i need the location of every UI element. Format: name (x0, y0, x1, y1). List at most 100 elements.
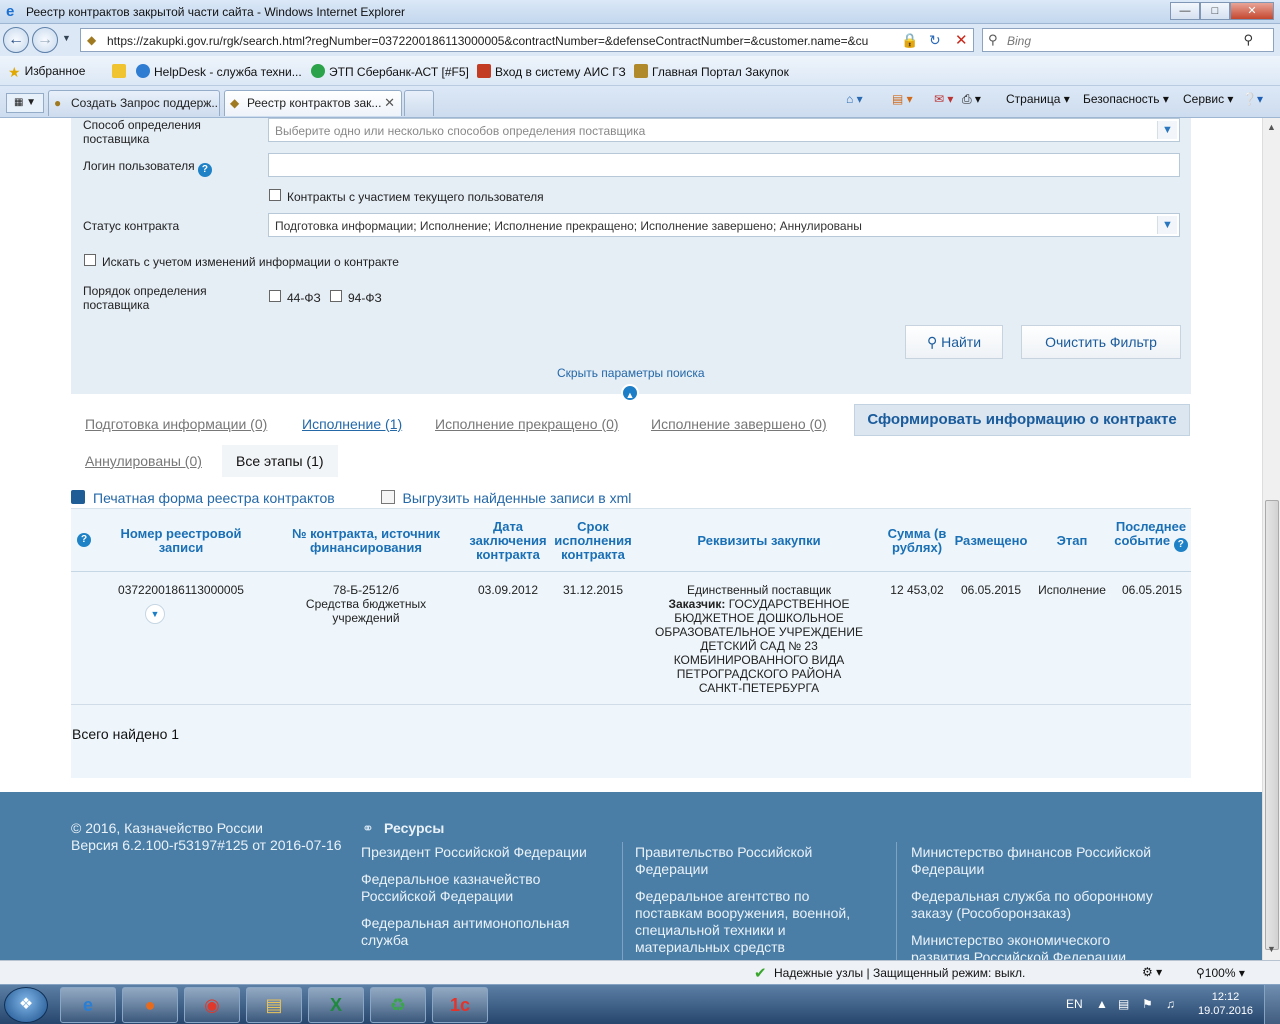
recycle-taskbar-icon[interactable]: ♻ (370, 987, 426, 1023)
favorite-item[interactable]: ЭТП Сбербанк-АСТ [#F5] (311, 64, 469, 79)
tab-execution-completed[interactable]: Исполнение завершено (0) (651, 416, 827, 432)
search-box[interactable]: ⚲ Bing ⚲ (982, 28, 1274, 52)
network-icon[interactable]: ▤ (1118, 997, 1129, 1011)
print-form-link[interactable]: Печатная форма реестра контрактов (71, 490, 335, 506)
chrome-taskbar-icon[interactable]: ◉ (184, 987, 240, 1023)
my-contracts-checkbox[interactable] (269, 189, 281, 201)
footer-link[interactable]: Федеральное казначейство Российской Феде… (361, 871, 581, 905)
help-icon[interactable]: ? (197, 163, 212, 177)
quick-tabs-button[interactable]: ▦ ▼ (6, 93, 44, 113)
cell-reg-number[interactable]: 0372200186113000005 (101, 583, 261, 597)
col-purchase-details[interactable]: Реквизиты закупки (659, 534, 859, 548)
show-desktop-button[interactable] (1264, 985, 1280, 1024)
law44-checkbox[interactable] (269, 290, 281, 302)
start-button[interactable]: ❖ (4, 987, 48, 1023)
ie-taskbar-icon[interactable]: e (60, 987, 116, 1023)
footer-link[interactable]: Федеральная служба по оборонному заказу … (911, 888, 1171, 922)
protected-mode-icon[interactable]: ⚙ ▾ (1142, 965, 1162, 979)
tab-all-stages[interactable]: Все этапы (1) (222, 445, 338, 477)
footer-link[interactable]: Федеральное агентство по поставкам воору… (635, 888, 875, 956)
tab-execution-stopped[interactable]: Исполнение прекращено (0) (435, 416, 619, 432)
favorite-item[interactable] (112, 64, 130, 79)
new-tab-button[interactable] (404, 90, 434, 116)
address-bar[interactable]: ◆ https://zakupki.gov.ru/rgk/search.html… (80, 28, 974, 52)
page-menu[interactable]: Страница ▾ (1006, 92, 1070, 106)
safety-menu[interactable]: Безопасность ▾ (1083, 92, 1169, 106)
chevron-down-icon[interactable]: ▼ (1157, 121, 1177, 139)
find-button[interactable]: ⚲ Найти (905, 325, 1003, 359)
feeds-icon[interactable]: ▤ ▾ (892, 92, 913, 106)
tab-cancelled[interactable]: Аннулированы (0) (85, 453, 202, 469)
clock[interactable]: 12:12 19.07.2016 (1198, 990, 1253, 1018)
tab-preparation[interactable]: Подготовка информации (0) (85, 416, 267, 432)
hide-search-link[interactable]: Скрыть параметры поиска (557, 366, 705, 380)
search-input[interactable]: Bing (1007, 34, 1031, 48)
home-icon[interactable]: ⌂ ▾ (846, 92, 863, 106)
search-icon[interactable]: ⚲ (1243, 32, 1253, 48)
scroll-down-icon[interactable]: ▼ (1267, 944, 1276, 954)
status-select[interactable]: Подготовка информации; Исполнение; Испол… (268, 213, 1180, 237)
history-dropdown-icon[interactable]: ▼ (62, 33, 71, 43)
minimize-button[interactable]: — (1170, 2, 1200, 20)
lock-icon[interactable]: 🔒 (901, 32, 918, 48)
col-last-event[interactable]: Последнее событие ? (1111, 520, 1191, 552)
tab-execution[interactable]: Исполнение (1) (302, 416, 402, 432)
maximize-button[interactable]: □ (1200, 2, 1230, 20)
search-changes-checkbox[interactable] (84, 254, 96, 266)
address-input[interactable]: https://zakupki.gov.ru/rgk/search.html?r… (107, 34, 877, 48)
tab-contract-registry[interactable]: ◆ Реестр контрактов зак... ✕ (224, 90, 402, 116)
excel-taskbar-icon[interactable]: X (308, 987, 364, 1023)
login-input[interactable] (268, 153, 1180, 177)
footer-link[interactable]: Правительство Российской Федерации (635, 844, 855, 878)
form-contract-info-button[interactable]: Сформировать информацию о контракте (854, 404, 1190, 436)
chevron-down-icon[interactable]: ▼ (1157, 216, 1177, 234)
col-placed[interactable]: Размещено (951, 534, 1031, 548)
method-select[interactable]: Выберите одно или несколько способов опр… (268, 118, 1180, 142)
language-indicator[interactable]: EN (1066, 997, 1083, 1011)
help-icon[interactable]: ? (1173, 538, 1188, 552)
show-hidden-icons-icon[interactable]: ▲ (1096, 997, 1108, 1011)
close-window-button[interactable]: ✕ (1230, 2, 1274, 20)
expand-row-icon[interactable]: ▼ (145, 604, 165, 624)
favorite-item[interactable]: HelpDesk - служба техни... (136, 64, 302, 79)
1c-taskbar-icon[interactable]: 1c (432, 987, 488, 1023)
col-contract-number[interactable]: № контракта, источник финансирования (281, 527, 451, 555)
link-icon: ⚭ (362, 820, 374, 836)
col-conclusion-date[interactable]: Дата заключения контракта (466, 520, 550, 562)
tab-support-request[interactable]: ● Создать Запрос поддерж... (48, 90, 220, 116)
col-execution-term[interactable]: Срок исполнения контракта (551, 520, 635, 562)
scrollbar-thumb[interactable] (1265, 500, 1279, 950)
explorer-taskbar-icon[interactable]: ▤ (246, 987, 302, 1023)
favorite-item[interactable]: Вход в систему АИС ГЗ (477, 64, 626, 79)
footer-link[interactable]: Федеральная антимонопольная служба (361, 915, 581, 949)
col-sum[interactable]: Сумма (в рублях) (881, 527, 953, 555)
close-tab-icon[interactable]: ✕ (384, 91, 395, 115)
export-xml-link[interactable]: Выгрузить найденные записи в xml (380, 490, 631, 506)
clear-filter-button[interactable]: Очистить Фильтр (1021, 325, 1181, 359)
volume-icon[interactable]: ♫ (1166, 997, 1175, 1011)
mail-icon[interactable]: ✉ ▾ (934, 92, 953, 106)
help-icon[interactable]: ? (77, 533, 91, 547)
action-center-icon[interactable]: ⚑ (1142, 997, 1153, 1011)
back-button[interactable]: ← (3, 27, 29, 53)
chevron-up-icon[interactable]: ▲ (621, 384, 639, 402)
favorites-button[interactable]: ★ Избранное (8, 64, 85, 80)
footer-link[interactable]: Министерство экономического развития Рос… (911, 932, 1171, 960)
help-menu-icon[interactable]: ❔▾ (1242, 92, 1263, 106)
col-reg-number[interactable]: Номер реестровой записи (111, 527, 251, 555)
col-stage[interactable]: Этап (1041, 534, 1103, 548)
tools-menu[interactable]: Сервис ▾ (1183, 92, 1233, 106)
firefox-taskbar-icon[interactable]: ● (122, 987, 178, 1023)
print-icon[interactable]: ⎙ ▾ (962, 92, 981, 107)
scroll-up-icon[interactable]: ▲ (1267, 122, 1276, 132)
law94-checkbox[interactable] (330, 290, 342, 302)
forward-button[interactable]: → (32, 27, 58, 53)
zoom-level[interactable]: ⚲100% ▾ (1196, 966, 1245, 980)
refresh-icon[interactable]: ↻ (929, 32, 941, 49)
window-controls: — □ ✕ (1170, 2, 1274, 20)
favorite-item[interactable]: Главная Портал Закупок (634, 64, 789, 79)
vertical-scrollbar[interactable]: ▲ ▼ (1262, 118, 1280, 960)
stop-icon[interactable]: ✕ (955, 31, 968, 49)
footer-link[interactable]: Президент Российской Федерации (361, 844, 611, 861)
footer-link[interactable]: Министерство финансов Российской Федерац… (911, 844, 1171, 878)
